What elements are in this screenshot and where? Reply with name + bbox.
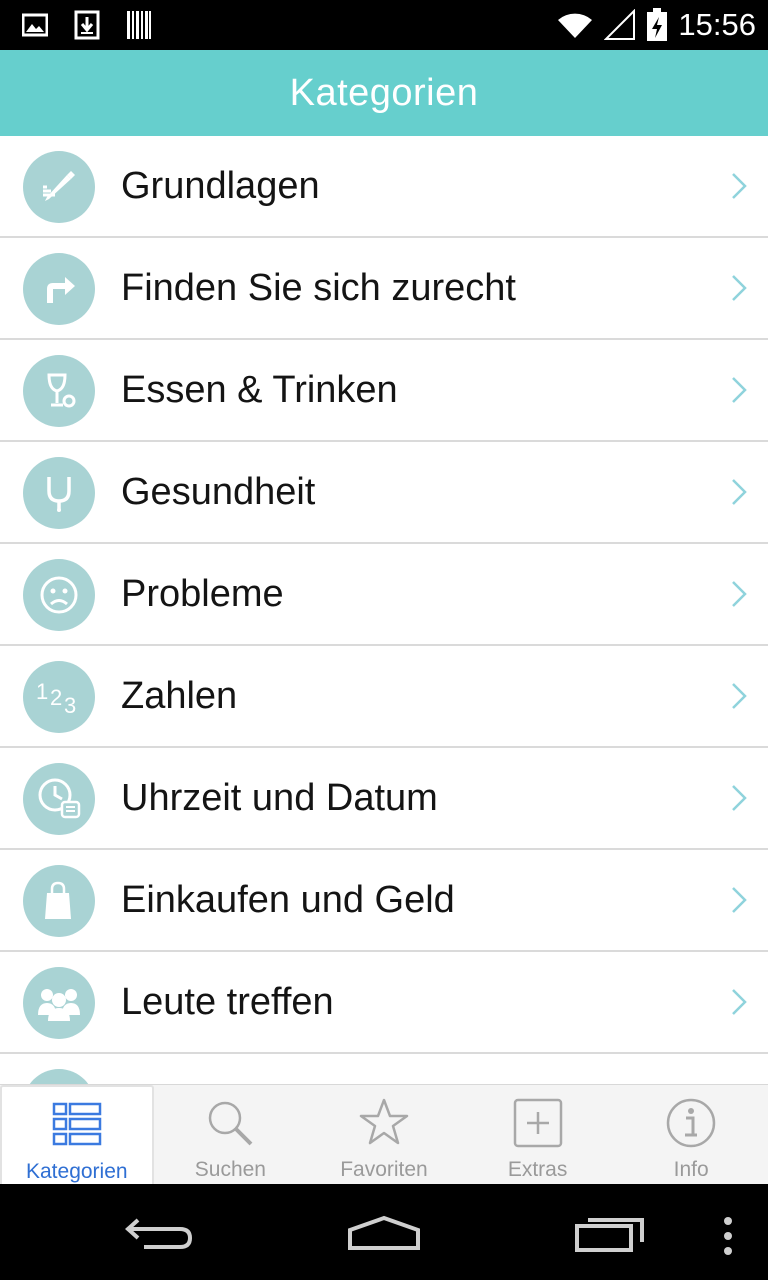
chevron-right-icon — [732, 275, 747, 301]
chevron-right-icon — [732, 581, 747, 607]
chevron-right-icon — [732, 785, 747, 811]
battery-icon — [647, 8, 668, 41]
search-icon — [209, 1101, 253, 1146]
page-title: Kategorien — [289, 71, 479, 114]
people-icon — [23, 967, 95, 1039]
category-row-uhrzeit[interactable]: Uhrzeit und Datum — [0, 748, 768, 850]
category-label: Grundlagen — [121, 165, 320, 207]
category-row-finden[interactable]: Finden Sie sich zurecht — [0, 238, 768, 340]
status-bar: 15:56 — [0, 0, 768, 50]
chevron-right-icon — [732, 683, 747, 709]
recents-icon[interactable] — [574, 1214, 646, 1254]
tab-bar: Kategorien Suchen Favoriten Extras Info — [0, 1084, 768, 1185]
category-row-essen[interactable]: Essen & Trinken — [0, 340, 768, 442]
category-label: Zahlen — [121, 675, 238, 717]
svg-text:2: 2 — [50, 685, 62, 710]
category-row-grundlagen[interactable]: Grundlagen — [0, 136, 768, 238]
barcode-icon — [127, 11, 151, 39]
category-label: Einkaufen und Geld — [121, 879, 455, 921]
tab-label: Suchen — [194, 1158, 266, 1181]
chevron-right-icon — [732, 173, 747, 199]
home-icon[interactable] — [346, 1214, 422, 1252]
list-grid-icon — [52, 1102, 102, 1146]
category-row-partial[interactable] — [0, 1054, 768, 1084]
svg-text:3: 3 — [64, 693, 76, 718]
stethoscope-icon — [23, 457, 95, 529]
tab-suchen[interactable]: Suchen — [154, 1085, 308, 1185]
chevron-right-icon — [732, 989, 747, 1015]
star-icon — [359, 1098, 409, 1145]
category-icon — [23, 1069, 95, 1084]
app-bar: Kategorien — [0, 50, 768, 136]
status-time: 15:56 — [678, 7, 756, 42]
category-label: Essen & Trinken — [121, 369, 398, 411]
category-row-einkaufen[interactable]: Einkaufen und Geld — [0, 850, 768, 952]
tab-favoriten[interactable]: Favoriten — [307, 1085, 461, 1185]
image-icon — [22, 13, 48, 37]
category-label: Finden Sie sich zurecht — [121, 267, 516, 309]
tab-label: Favoriten — [340, 1158, 428, 1181]
wine-glass-icon — [23, 355, 95, 427]
numbers-icon: 123 — [23, 661, 95, 733]
category-label: Gesundheit — [121, 471, 316, 513]
info-icon — [666, 1098, 716, 1148]
sad-face-icon — [23, 559, 95, 631]
tab-info[interactable]: Info — [614, 1085, 768, 1185]
plus-box-icon — [513, 1098, 562, 1148]
signal-icon — [604, 9, 636, 40]
category-row-probleme[interactable]: Probleme — [0, 544, 768, 646]
tab-kategorien[interactable]: Kategorien — [0, 1085, 154, 1185]
overflow-menu-icon[interactable] — [721, 1216, 735, 1256]
tab-label: Extras — [507, 1158, 568, 1181]
category-row-leute[interactable]: Leute treffen — [0, 952, 768, 1054]
wifi-icon — [558, 13, 593, 38]
category-label: Uhrzeit und Datum — [121, 777, 438, 819]
category-row-zahlen[interactable]: 123 Zahlen — [0, 646, 768, 748]
chevron-right-icon — [732, 479, 747, 505]
tab-label: Kategorien — [26, 1160, 128, 1183]
turn-right-arrow-icon — [23, 253, 95, 325]
system-nav-bar — [0, 1184, 768, 1280]
tab-extras[interactable]: Extras — [461, 1085, 615, 1185]
clock-calendar-icon — [23, 763, 95, 835]
tab-label: Info — [673, 1158, 709, 1181]
download-icon — [74, 10, 100, 40]
back-icon[interactable] — [124, 1216, 196, 1252]
category-row-gesundheit[interactable]: Gesundheit — [0, 442, 768, 544]
category-label: Probleme — [121, 573, 284, 615]
category-label: Leute treffen — [121, 981, 334, 1023]
category-list[interactable]: Grundlagen Finden Sie sich zurecht Essen… — [0, 136, 768, 1084]
chevron-right-icon — [732, 887, 747, 913]
pencil-icon — [23, 151, 95, 223]
chevron-right-icon — [732, 377, 747, 403]
shopping-bag-icon — [23, 865, 95, 937]
svg-text:1: 1 — [36, 679, 48, 704]
